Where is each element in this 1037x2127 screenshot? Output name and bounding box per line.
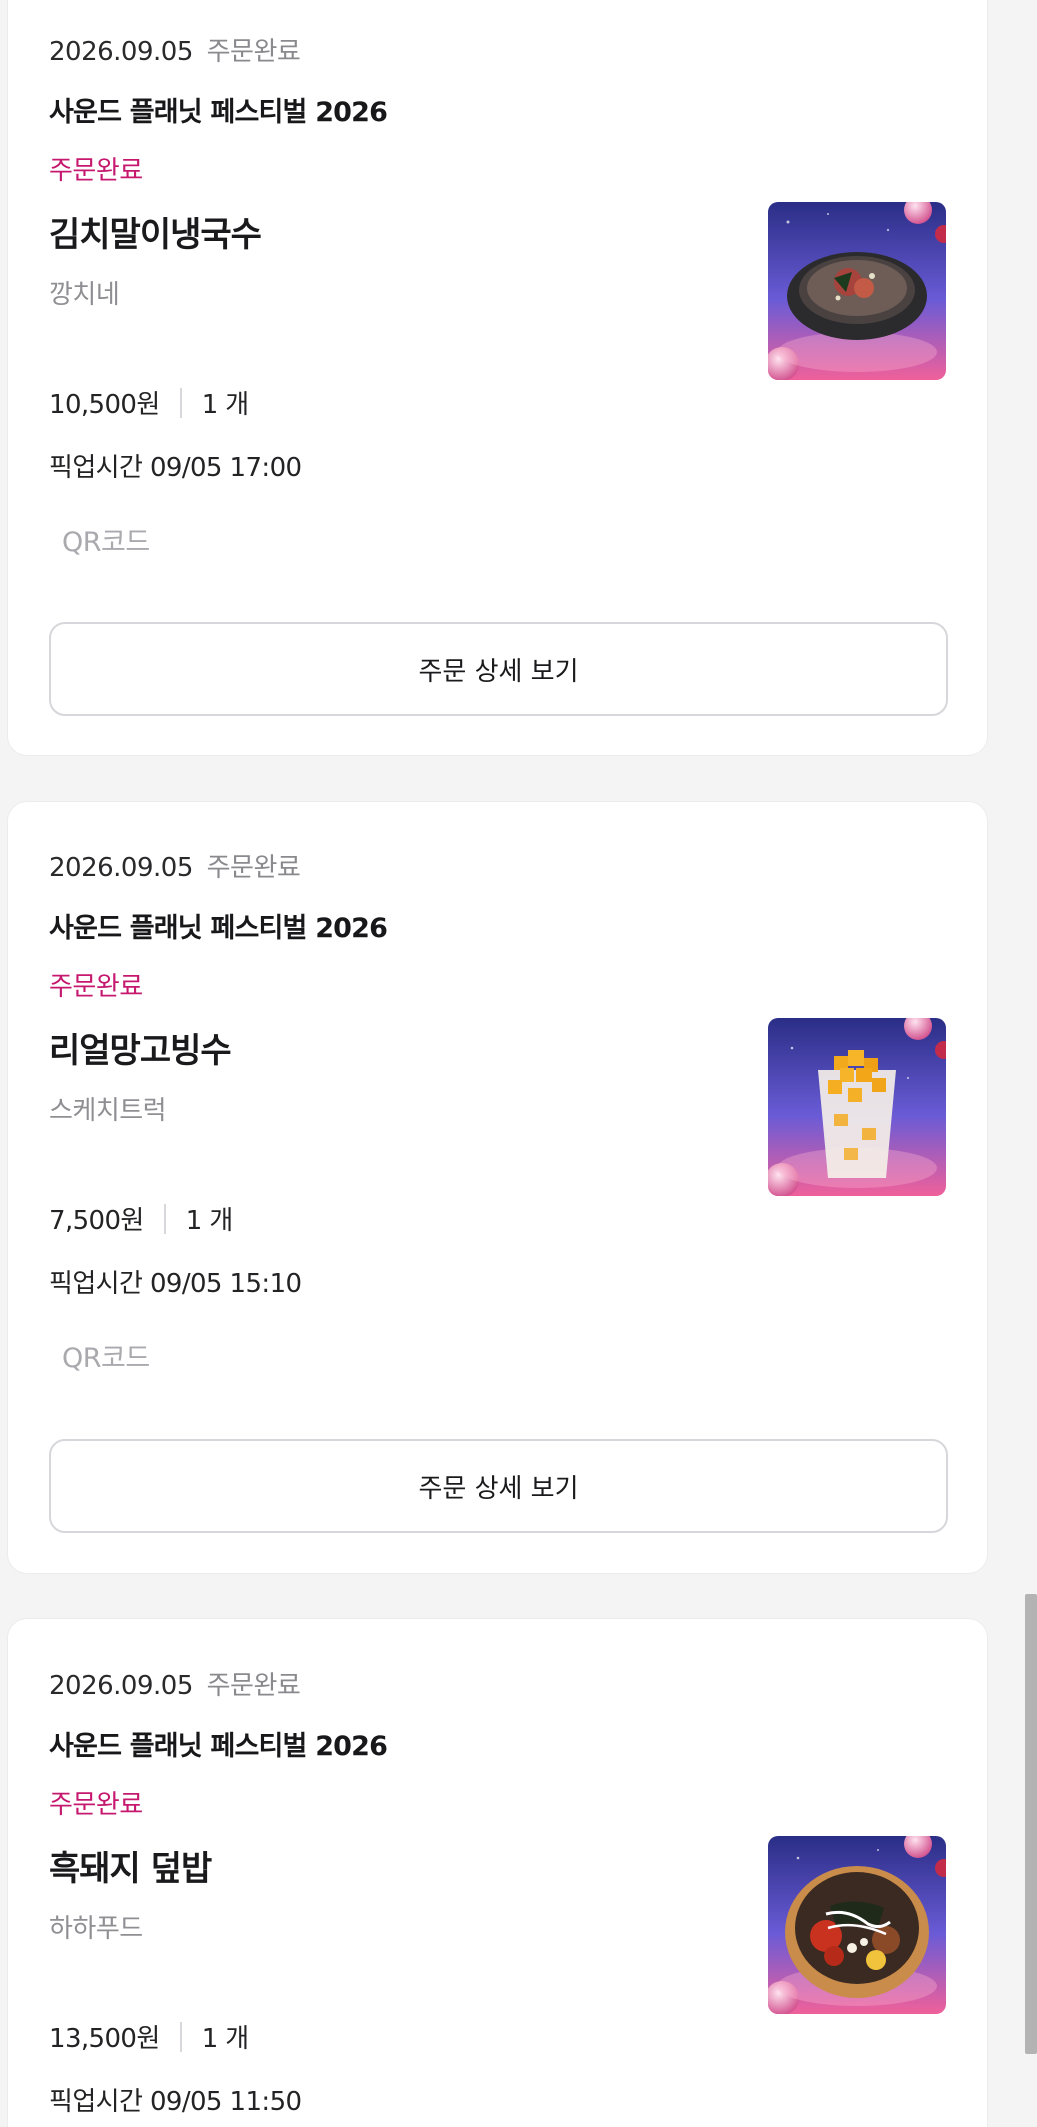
pickup-time: 픽업시간 09/05 15:10 (49, 1269, 302, 1299)
price-quantity-line: 13,500원 1 개 (49, 2018, 946, 2055)
scrollbar[interactable] (1025, 0, 1037, 2127)
order-status-badge: 주문완료 (49, 972, 143, 1002)
order-detail-button[interactable]: 주문 상세 보기 (49, 622, 948, 716)
pickup-time: 픽업시간 09/05 17:00 (49, 453, 302, 483)
order-quantity: 1 개 (201, 390, 250, 420)
order-history-page: 2026.09.05 주문완료 사운드 플래닛 페스티벌 2026 주문완료 김… (0, 0, 1037, 2127)
order-date: 2026.09.05 (49, 37, 193, 67)
order-price: 10,500원 (49, 390, 160, 420)
pickup-time: 픽업시간 09/05 11:50 (49, 2087, 302, 2117)
order-date-line: 2026.09.05 주문완료 (49, 847, 946, 884)
divider (163, 1203, 166, 1234)
order-date-line: 2026.09.05 주문완료 (49, 31, 946, 68)
divider (179, 2021, 182, 2052)
order-date: 2026.09.05 (49, 853, 193, 883)
pork-rice-bowl-image (768, 1836, 946, 2014)
scrollbar-thumb[interactable] (1025, 1594, 1037, 2054)
order-price: 13,500원 (49, 2024, 160, 2054)
order-date-line: 2026.09.05 주문완료 (49, 1665, 946, 1702)
order-status-badge: 주문완료 (49, 1790, 143, 1820)
festival-name: 사운드 플래닛 페스티벌 2026 (49, 1731, 388, 1762)
order-date: 2026.09.05 (49, 1671, 193, 1701)
cold-noodle-bowl-image (768, 202, 946, 380)
order-detail-button[interactable]: 주문 상세 보기 (49, 1439, 948, 1533)
mango-bingsu-cup-image (768, 1018, 946, 1196)
qr-code-link[interactable]: QR코드 (62, 1336, 946, 1375)
price-quantity-line: 10,500원 1 개 (49, 384, 946, 421)
order-price: 7,500원 (49, 1206, 144, 1236)
festival-name: 사운드 플래닛 페스티벌 2026 (49, 97, 388, 128)
order-status-badge: 주문완료 (49, 156, 143, 186)
order-quantity: 1 개 (201, 2024, 250, 2054)
order-card: 2026.09.05 주문완료 사운드 플래닛 페스티벌 2026 주문완료 흑… (7, 1618, 988, 2127)
divider (179, 387, 182, 418)
order-date-status: 주문완료 (206, 37, 301, 67)
price-quantity-line: 7,500원 1 개 (49, 1200, 946, 1237)
order-card: 2026.09.05 주문완료 사운드 플래닛 페스티벌 2026 주문완료 리… (7, 801, 988, 1574)
order-card: 2026.09.05 주문완료 사운드 플래닛 페스티벌 2026 주문완료 김… (7, 0, 988, 756)
order-quantity: 1 개 (185, 1206, 234, 1236)
order-date-status: 주문완료 (206, 1671, 301, 1701)
festival-name: 사운드 플래닛 페스티벌 2026 (49, 913, 388, 944)
qr-code-link[interactable]: QR코드 (62, 520, 946, 559)
order-date-status: 주문완료 (206, 853, 301, 883)
